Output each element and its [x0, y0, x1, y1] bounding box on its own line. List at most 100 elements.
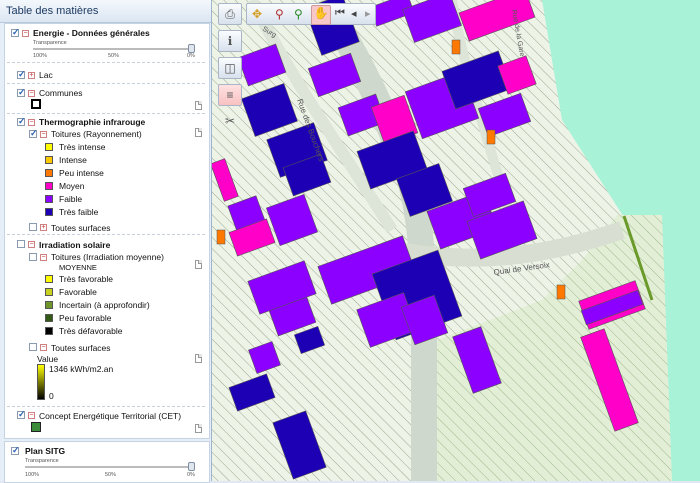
divider — [7, 62, 205, 63]
energie-slider-knob[interactable] — [188, 44, 195, 53]
info-icon[interactable]: ℹ — [218, 30, 242, 52]
cet-expander[interactable]: − — [28, 412, 35, 419]
lac-expander[interactable]: + — [28, 72, 35, 79]
irradiation-toutes-metadata-icon[interactable] — [195, 354, 202, 363]
map-canvas[interactable]: Rue des Bouchers Quai de Versoix Surg Ru… — [212, 0, 700, 481]
thermo-expander[interactable]: − — [28, 119, 35, 126]
cet-swatch — [31, 422, 41, 432]
zoom-box-icon[interactable]: ✥ — [252, 7, 262, 21]
legend-swatch — [45, 327, 53, 335]
layer-list[interactable]: − Energie - Données générales Transparen… — [4, 23, 210, 439]
thermo-toutes-expander[interactable]: + — [40, 224, 47, 231]
sitg-slider-knob[interactable] — [188, 462, 195, 471]
irradiation-toutes-checkbox[interactable] — [29, 343, 37, 351]
sitg-label: Plan SITG — [25, 446, 66, 456]
pan-icon[interactable]: ✋ — [311, 5, 331, 25]
irradiation-toitures-label: Toitures (Irradiation moyenne) — [51, 252, 164, 262]
legend-label: Favorable — [59, 287, 97, 297]
next-extent-icon[interactable]: ▸ — [365, 7, 371, 20]
irradiation-metadata-icon[interactable] — [195, 260, 202, 269]
legend-label: Intense — [59, 155, 87, 165]
energie-t100: 100% — [33, 53, 48, 59]
thermo-toutes-checkbox[interactable] — [29, 223, 37, 231]
divider — [7, 234, 205, 235]
legend-swatch — [45, 314, 53, 322]
sitg-checkbox[interactable] — [11, 445, 20, 456]
thermo-label: Thermographie infrarouge — [39, 117, 146, 127]
legend-swatch — [45, 195, 53, 203]
legend-label: Peu favorable — [59, 313, 112, 323]
building-hotspot[interactable] — [216, 229, 226, 245]
communes-swatch — [31, 99, 41, 109]
sitg-t100: 100% — [25, 472, 40, 478]
map-toolbar: ✥ ⚲ ⚲ ✋ ⏮ ◂ ▸ — [246, 3, 376, 25]
divider — [7, 113, 205, 114]
base-layer-list[interactable]: Plan SITG Transparence 100% 50% 0% — [4, 441, 210, 483]
cet-metadata-icon[interactable] — [195, 424, 202, 433]
building-hotspot[interactable] — [451, 39, 461, 55]
thermo-toitures-label: Toitures (Rayonnement) — [51, 129, 142, 139]
communes-expander[interactable]: − — [28, 90, 35, 97]
identify-icon[interactable]: ⚲ — [275, 7, 284, 21]
toc-panel: Table des matières − Energie - Données g… — [0, 0, 212, 483]
cet-label: Concept Energétique Territorial (CET) — [39, 411, 182, 421]
irradiation-min-label: 0 — [49, 391, 54, 401]
legend-label: Incertain (à approfondir) — [59, 300, 150, 310]
legend-swatch — [45, 156, 53, 164]
irradiation-expander[interactable]: − — [28, 241, 35, 248]
select-icon[interactable]: ⚲ — [294, 7, 303, 21]
thermo-toutes-label: Toutes surfaces — [51, 223, 111, 233]
irradiation-toutes-expander[interactable]: − — [40, 344, 47, 351]
irradiation-toitures-expander[interactable]: − — [40, 254, 47, 261]
lac-checkbox[interactable] — [17, 69, 26, 80]
legend-swatch — [45, 275, 53, 283]
communes-label: Communes — [39, 88, 83, 98]
energie-transparency-label: Transparence — [33, 40, 67, 46]
legend-icon[interactable]: ≡ — [218, 84, 242, 106]
cet-checkbox[interactable] — [17, 409, 26, 420]
irradiation-gradient-bar — [37, 364, 45, 400]
energie-t0: 0% — [187, 53, 195, 59]
irradiation-max-label: 1346 kWh/m2.an — [49, 364, 114, 374]
communes-metadata-icon[interactable] — [195, 101, 202, 110]
communes-checkbox[interactable] — [17, 87, 26, 98]
toc-title: Table des matières — [0, 0, 211, 23]
irradiation-checkbox[interactable] — [17, 240, 25, 248]
printer-icon[interactable]: ⎙ — [218, 3, 242, 25]
legend-swatch — [45, 301, 53, 309]
legend-swatch — [45, 143, 53, 151]
irradiation-moyenne-label: MOYENNE — [59, 263, 97, 272]
sitg-transparency-slider[interactable] — [25, 466, 193, 468]
first-extent-icon[interactable]: ⏮ — [335, 7, 345, 20]
building-hotspot[interactable] — [556, 284, 566, 300]
energie-checkbox[interactable] — [11, 27, 20, 38]
legend-label: Très intense — [59, 142, 106, 152]
legend-label: Très défavorable — [59, 326, 123, 336]
prev-extent-icon[interactable]: ◂ — [351, 7, 357, 20]
energie-label: Energie - Données générales — [33, 28, 150, 38]
energie-expander[interactable]: − — [22, 30, 29, 37]
legend-label: Moyen — [59, 181, 85, 191]
measure-icon[interactable]: ◫ — [218, 57, 242, 79]
legend-swatch — [45, 182, 53, 190]
divider — [7, 83, 205, 84]
thermo-toitures-checkbox[interactable] — [29, 128, 38, 139]
legend-swatch — [45, 169, 53, 177]
legend-label: Très faible — [59, 207, 99, 217]
sitg-t0: 0% — [187, 472, 195, 478]
divider — [7, 406, 205, 407]
legend-swatch — [45, 208, 53, 216]
thermo-metadata-icon[interactable] — [195, 128, 202, 137]
sitg-t50: 50% — [105, 472, 117, 478]
legend-label: Peu intense — [59, 168, 104, 178]
thermo-toitures-expander[interactable]: − — [40, 131, 47, 138]
lac-label: Lac — [39, 70, 53, 80]
legend-swatch — [45, 288, 53, 296]
tool-icon[interactable]: ✂ — [218, 111, 242, 133]
thermo-checkbox[interactable] — [17, 116, 26, 127]
irradiation-toitures-checkbox[interactable] — [29, 253, 37, 261]
irradiation-label: Irradiation solaire — [39, 240, 111, 250]
sitg-transparency-label: Transparence — [25, 458, 59, 464]
energie-transparency-slider[interactable] — [33, 48, 193, 50]
building-hotspot[interactable] — [486, 129, 496, 145]
